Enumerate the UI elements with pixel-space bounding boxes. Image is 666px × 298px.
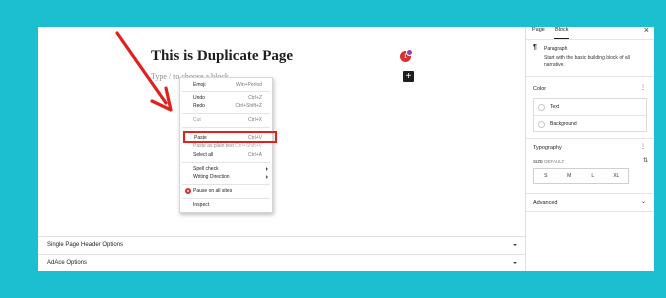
size-label: SIZE DEFAULT (533, 159, 564, 164)
sidebar-divider (526, 211, 654, 212)
paragraph-icon: ¶ (533, 44, 537, 51)
more-options-icon[interactable]: ⋮ (640, 84, 646, 91)
extension-icon: ● (185, 188, 191, 194)
sidebar-divider (526, 138, 654, 139)
menu-divider (182, 162, 270, 163)
menu-item-label: Inspect (193, 202, 210, 208)
color-panel-title[interactable]: Color (533, 86, 546, 92)
arrow-annotation-icon (115, 31, 173, 112)
menu-item-pause-sites[interactable]: ● Pause on all sites (180, 187, 272, 195)
size-option-l[interactable]: L (581, 169, 605, 183)
menu-item-inspect[interactable]: Inspect (180, 201, 272, 209)
meta-box-label: AdAce Options (47, 260, 88, 266)
menu-item-writing-direction[interactable]: Writing Direction (180, 173, 272, 181)
size-option-m[interactable]: M (558, 169, 582, 183)
typography-panel-title[interactable]: Typography (533, 145, 562, 151)
size-option-s[interactable]: S (534, 169, 558, 183)
menu-divider (182, 184, 270, 185)
menu-item-label: Pause on all sites (193, 188, 233, 194)
color-option-text[interactable]: Text (534, 99, 646, 115)
menu-item-spell-check[interactable]: Spell check (180, 165, 272, 173)
color-option-label: Text (550, 104, 560, 110)
chevron-down-icon[interactable]: ⌄ (641, 198, 646, 205)
tab-block[interactable]: Block (553, 27, 570, 40)
color-options: Text Background (533, 98, 647, 132)
size-label-text: SIZE (533, 159, 544, 164)
color-option-label: Background (550, 121, 577, 127)
sidebar-divider (526, 76, 654, 77)
font-size-picker: S M L XL (533, 168, 629, 184)
menu-divider (182, 198, 270, 199)
meta-box-adace-options[interactable]: AdAce Options (38, 254, 525, 271)
sidebar-divider (526, 39, 654, 40)
submenu-arrow-icon (266, 175, 268, 179)
menu-item-label: Spell check (193, 166, 219, 172)
more-options-icon[interactable]: ⋮ (640, 143, 646, 150)
size-value: DEFAULT (544, 159, 565, 164)
submenu-arrow-icon (266, 167, 268, 171)
editor-canvas[interactable]: This is Duplicate Page Type / to choose … (38, 27, 525, 271)
caret-down-icon[interactable] (513, 262, 517, 264)
meta-box-label: Single Page Header Options (47, 242, 124, 248)
menu-item-label: Select all (193, 152, 214, 158)
block-name: Paragraph (544, 46, 568, 52)
menu-item-shortcut: Ctrl+A (247, 152, 262, 158)
sidebar-divider (526, 193, 654, 194)
meta-box-header-options[interactable]: Single Page Header Options (38, 236, 525, 253)
menu-item-select-all[interactable]: Select all Ctrl+A (180, 151, 272, 159)
size-option-xl[interactable]: XL (605, 169, 629, 183)
close-icon[interactable]: × (644, 27, 649, 35)
sidebar-tabs: Page Block × (526, 27, 654, 40)
block-description: Start with the basic building block of a… (544, 55, 630, 68)
editor-window: This is Duplicate Page Type / to choose … (38, 27, 654, 271)
color-swatch (538, 120, 545, 128)
color-option-background[interactable]: Background (534, 116, 646, 132)
advanced-panel-title[interactable]: Advanced (533, 200, 557, 206)
settings-sidebar: Page Block × ¶ Paragraph Start with the … (525, 27, 654, 271)
sliders-icon[interactable]: ⇅ (643, 157, 648, 164)
color-swatch (538, 103, 545, 111)
menu-item-label: Writing Direction (193, 174, 230, 180)
caret-down-icon[interactable] (513, 244, 517, 246)
tab-page[interactable]: Page (532, 27, 545, 33)
